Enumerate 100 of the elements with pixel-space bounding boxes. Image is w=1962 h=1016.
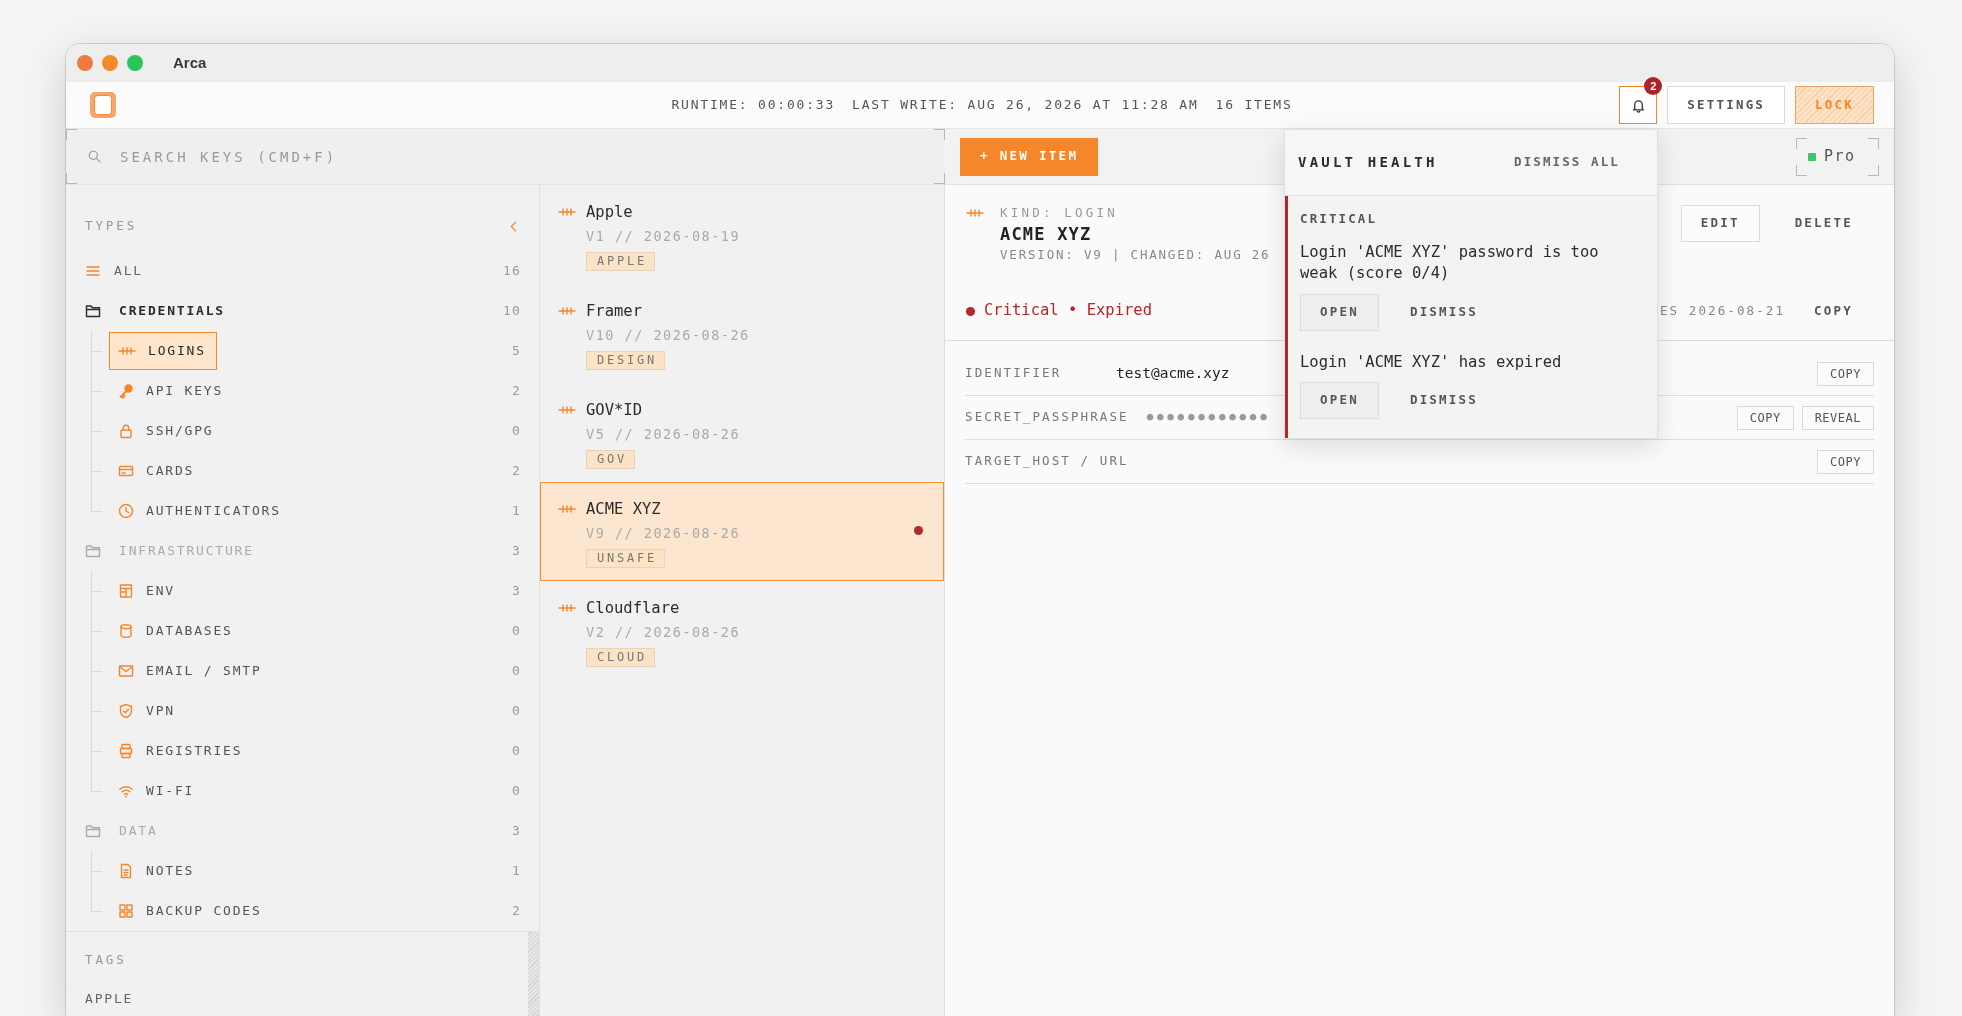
dismiss-button[interactable]: DISMISS [1390,294,1497,331]
sidebar-item[interactable]: API KEYS [109,372,234,410]
item-title: ACME XYZ [586,499,662,519]
popover-title: VAULT HEALTH [1298,153,1438,172]
tick-bar-icon [118,347,136,355]
logo-icon [90,92,116,118]
sidebar-item[interactable]: NOTES [109,852,206,890]
search-field[interactable]: SEARCH KEYS (CMD+F) [66,129,945,185]
list-item[interactable]: Apple V1 // 2026-08-19 APPLE [540,185,944,284]
copy-button[interactable]: COPY [1736,405,1794,430]
sidebar-group[interactable]: CREDENTIALS [76,292,236,330]
tag-item[interactable]: APPLE [85,989,528,1009]
item-count: 3 [511,822,521,841]
item-count: 5 [511,342,521,361]
sidebar-item[interactable]: BACKUP CODES [109,892,273,930]
item-meta: V10 // 2026-08-26 [586,326,751,345]
delete-button[interactable]: DELETE [1774,205,1873,242]
search-icon [88,150,101,163]
tick-bar-icon [558,307,576,315]
window-close-button[interactable] [77,55,93,71]
tag-chip: APPLE [586,252,656,271]
key-icon [118,383,134,399]
section-label: TAGS [85,951,128,969]
status-text: 16 ITEMS [1215,96,1293,115]
window-title: Arca [173,52,207,73]
sidebar-item[interactable]: ALL [76,252,154,290]
sidebar-item[interactable]: SSH/GPG [109,412,225,450]
scrollbar[interactable] [528,932,539,1016]
sidebar-item[interactable]: CARDS [109,452,206,490]
list-item[interactable]: GOV*ID V5 // 2026-08-26 GOV [540,383,944,482]
tag-chip: CLOUD [586,648,656,667]
window-minimize-button[interactable] [102,55,118,71]
alert-message: Login 'ACME XYZ' password is too weak (score 0/4) [1300,242,1600,284]
chevron-left-icon[interactable] [510,220,517,232]
status-square-icon [1808,152,1816,161]
tick-bar-icon [966,209,984,217]
item-meta: V5 // 2026-08-26 [586,425,742,444]
item-count: 0 [511,662,521,681]
status-text: LAST WRITE: AUG 26, 2026 AT 11:28 AM [852,96,1199,115]
settings-button[interactable]: SETTINGS [1667,86,1786,124]
plan-button[interactable]: Pro [1796,137,1879,176]
item-title: Apple [586,202,634,222]
sidebar-item[interactable]: ENV [109,572,186,610]
folder-icon [85,823,101,839]
lock-icon [118,423,134,439]
list-item[interactable]: Cloudflare V2 // 2026-08-26 CLOUD [540,581,944,680]
edit-button[interactable]: EDIT [1680,205,1760,242]
copy-button[interactable]: COPY [1794,300,1873,322]
window-zoom-button[interactable] [127,55,143,71]
field-label: IDENTIFIER [965,364,1063,383]
tag-chip: DESIGN [586,351,666,370]
item-count: 10 [502,302,521,321]
credit-card-icon [118,463,134,479]
copy-button[interactable]: COPY [1817,361,1874,386]
item-meta: V9 // 2026-08-26 [586,524,742,543]
sidebar-item[interactable]: EMAIL / SMTP [109,652,273,690]
item-count: 1 [511,502,521,521]
item-count: 0 [511,702,521,721]
tick-bar-icon [558,406,576,414]
sidebar-item[interactable]: DATABASES [109,612,244,650]
field-label: SECRET_PASSPHRASE [965,408,1129,427]
item-count: 2 [511,462,521,481]
item-title: Cloudflare [586,598,681,618]
item-count: 2 [511,902,521,921]
masked-value: ●●●●●●●●●●●● [1146,409,1271,426]
tick-bar-icon [558,208,576,216]
open-button[interactable]: OPEN [1300,294,1379,331]
reveal-button[interactable]: REVEAL [1801,405,1874,430]
status-text: Critical • Expired [984,300,1152,322]
folder-icon [85,303,101,319]
clock-icon [118,503,134,519]
dismiss-button[interactable]: DISMISS [1390,382,1497,419]
sidebar-item[interactable]: AUTHENTICATORS [109,492,292,530]
sidebar-item[interactable]: VPN [109,692,186,730]
dismiss-all-button[interactable]: DISMISS ALL [1502,147,1632,178]
item-count: 2 [511,382,521,401]
item-title: GOV*ID [586,400,643,420]
item-count: 0 [511,742,521,761]
sidebar-item[interactable]: WI-FI [109,772,206,810]
item-count: 0 [511,422,521,441]
sidebar-item[interactable]: LOGINS [109,332,217,370]
item-count: 16 [502,262,521,281]
tick-bar-icon [558,604,576,612]
shield-check-icon [118,703,134,719]
document-icon [118,863,134,879]
tag-chip: GOV [586,450,636,469]
sidebar-item[interactable]: REGISTRIES [109,732,254,770]
list-item[interactable]: ACME XYZ V9 // 2026-08-26 UNSAFE [540,482,944,581]
stack-icon [118,743,134,759]
copy-button[interactable]: COPY [1817,449,1874,474]
list-item[interactable]: Framer V10 // 2026-08-26 DESIGN [540,284,944,383]
item-count: 3 [511,542,521,561]
item-title: ACME XYZ [1000,223,1093,245]
wifi-icon [118,783,134,799]
status-text: RUNTIME: 00:00:33 [671,96,836,115]
item-meta: VERSION: V9 | CHANGED: AUG 26 [1000,246,1271,264]
expiry-text: ES 2026-08-21 [1659,301,1786,320]
item-count: 3 [511,582,521,601]
item-count: 0 [511,782,521,801]
open-button[interactable]: OPEN [1300,382,1379,419]
